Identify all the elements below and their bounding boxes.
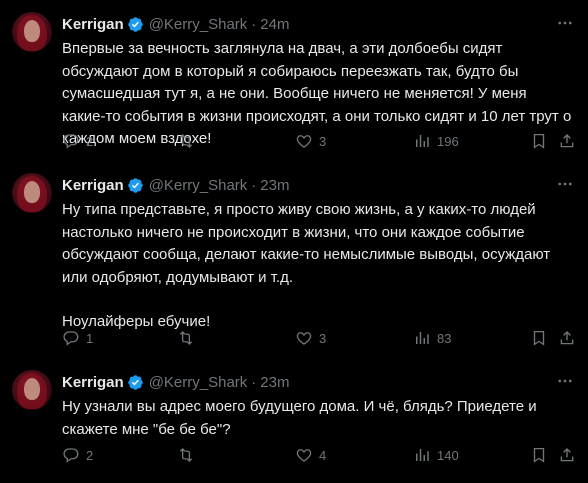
- tweet-card[interactable]: Kerrigan @Kerry_Shark · 23m Ну типа пред…: [0, 161, 588, 358]
- tweet-card[interactable]: Kerrigan @Kerry_Shark · 23m Ну узнали вы…: [0, 358, 588, 483]
- like-count: 4: [319, 447, 327, 463]
- reply-bubble-icon: [63, 134, 79, 149]
- retweet-button[interactable]: [177, 328, 201, 348]
- retweet-button[interactable]: [177, 131, 201, 151]
- avatar[interactable]: [12, 12, 52, 52]
- views-count: 196: [437, 133, 459, 149]
- bookmark-icon: [533, 133, 545, 149]
- reply-bubble-icon: [63, 331, 79, 346]
- user-handle[interactable]: @Kerry_Shark: [149, 16, 248, 33]
- like-button[interactable]: 4: [295, 445, 326, 465]
- views-bar-chart-icon: [416, 135, 429, 147]
- more-dots-icon[interactable]: [556, 372, 574, 390]
- views-button[interactable]: 140: [413, 445, 459, 465]
- user-handle[interactable]: @Kerry_Shark: [149, 374, 248, 391]
- reply-count: 1: [86, 330, 94, 346]
- heart-icon: [296, 332, 312, 345]
- tweet-card[interactable]: Kerrigan @Kerry_Shark · 24m Впервые за в…: [0, 0, 588, 161]
- bookmark-button[interactable]: [530, 131, 548, 151]
- share-upload-icon: [560, 331, 574, 345]
- bookmark-icon: [533, 447, 545, 463]
- action-bar: 1 3 83: [62, 328, 578, 348]
- separator-dot: ·: [251, 373, 257, 391]
- share-upload-icon: [560, 134, 574, 148]
- like-count: 3: [319, 133, 327, 149]
- display-name[interactable]: Kerrigan: [62, 16, 124, 33]
- like-button[interactable]: 3: [295, 131, 326, 151]
- display-name[interactable]: Kerrigan: [62, 177, 124, 194]
- views-bar-chart-icon: [416, 449, 429, 461]
- bookmark-button[interactable]: [530, 445, 548, 465]
- share-upload-icon: [560, 448, 574, 462]
- action-bar: 2 3 196: [62, 131, 578, 151]
- views-button[interactable]: 196: [413, 131, 459, 151]
- display-name[interactable]: Kerrigan: [62, 374, 124, 391]
- views-count: 140: [437, 447, 459, 463]
- verified-badge-icon: [127, 374, 143, 390]
- heart-icon: [296, 449, 312, 462]
- reply-count: 2: [86, 447, 94, 463]
- retweet-arrows-icon: [179, 331, 193, 345]
- reply-button[interactable]: 2: [62, 445, 93, 465]
- heart-icon: [296, 135, 312, 148]
- tweet-header: Kerrigan @Kerry_Shark · 23m: [62, 175, 289, 195]
- bookmark-button[interactable]: [530, 328, 548, 348]
- verified-badge-icon: [127, 16, 143, 32]
- reply-button[interactable]: 1: [62, 328, 93, 348]
- timestamp[interactable]: 23m: [260, 177, 289, 194]
- retweet-button[interactable]: [177, 445, 201, 465]
- tweet-paragraph: Ну узнали вы адрес моего будущего дома. …: [62, 398, 537, 438]
- action-bar: 2 4 140: [62, 445, 578, 465]
- avatar[interactable]: [12, 173, 52, 213]
- share-button[interactable]: [558, 445, 576, 465]
- reply-button[interactable]: 2: [62, 131, 93, 151]
- bookmark-icon: [533, 330, 545, 346]
- like-button[interactable]: 3: [295, 328, 326, 348]
- views-count: 83: [437, 330, 452, 346]
- tweet-header: Kerrigan @Kerry_Shark · 23m: [62, 372, 289, 392]
- retweet-arrows-icon: [179, 134, 193, 148]
- share-button[interactable]: [558, 131, 576, 151]
- verified-badge-icon: [127, 177, 143, 193]
- timestamp[interactable]: 24m: [260, 16, 289, 33]
- reply-bubble-icon: [63, 448, 79, 463]
- more-dots-icon[interactable]: [556, 175, 574, 193]
- tweet-text: Ну узнали вы адрес моего будущего дома. …: [62, 396, 574, 441]
- share-button[interactable]: [558, 328, 576, 348]
- tweet-feed: Kerrigan @Kerry_Shark · 24m Впервые за в…: [0, 0, 588, 483]
- like-count: 3: [319, 330, 327, 346]
- tweet-text: Ну типа представьте, я просто живу свою …: [62, 199, 574, 334]
- separator-dot: ·: [251, 176, 257, 194]
- tweet-header: Kerrigan @Kerry_Shark · 24m: [62, 14, 289, 34]
- views-button[interactable]: 83: [413, 328, 451, 348]
- reply-count: 2: [86, 133, 94, 149]
- user-handle[interactable]: @Kerry_Shark: [149, 177, 248, 194]
- timestamp[interactable]: 23m: [260, 374, 289, 391]
- more-dots-icon[interactable]: [556, 14, 574, 32]
- separator-dot: ·: [251, 15, 257, 33]
- retweet-arrows-icon: [179, 448, 193, 462]
- avatar[interactable]: [12, 370, 52, 410]
- tweet-paragraph: Ну типа представьте, я просто живу свою …: [62, 201, 551, 286]
- views-bar-chart-icon: [416, 332, 429, 344]
